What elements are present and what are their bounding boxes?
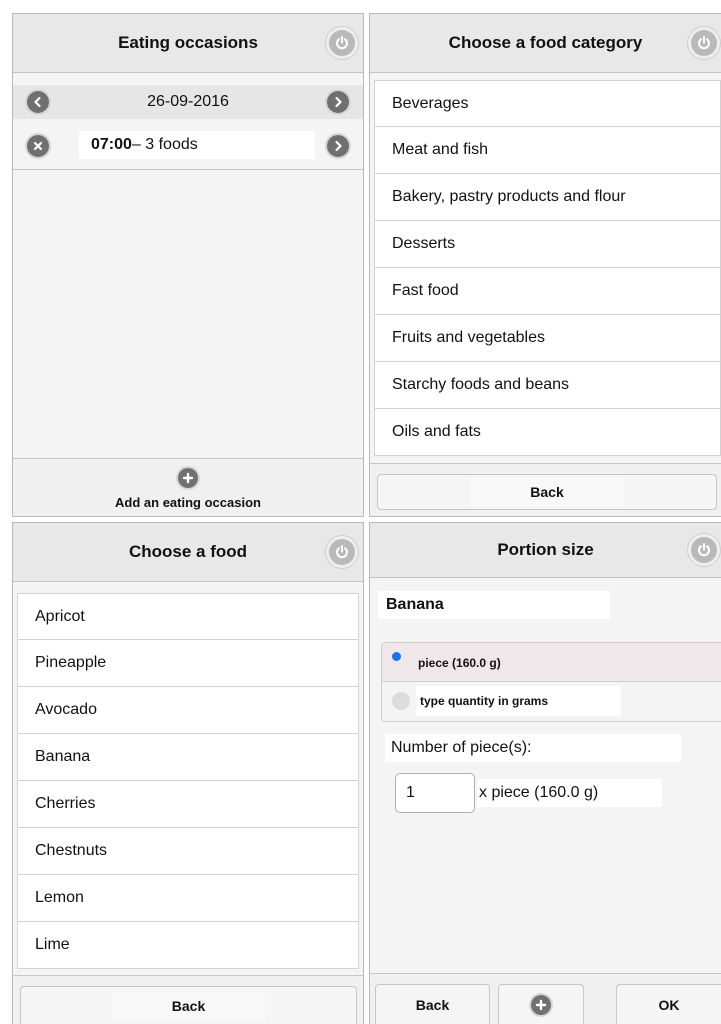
back-button-label: Back [415,996,450,1013]
chevron-right-icon[interactable] [327,135,349,157]
piece-count-label: Number of piece(s): [385,734,681,762]
list-item[interactable]: Starchy foods and beans [374,362,721,409]
list-item[interactable]: Lime [17,922,359,969]
list-item[interactable]: Apricot [17,593,359,640]
portion-option-piece[interactable]: piece (160.0 g) [382,643,721,682]
list-item[interactable]: Bakery, pastry products and flour [374,174,721,221]
portion-footer: Back OK [370,973,721,1024]
list-item[interactable]: Chestnuts [17,828,359,875]
food-footer: Back [13,975,363,1024]
category-list: Beverages Meat and fish Bakery, pastry p… [374,80,721,456]
list-item[interactable]: Beverages [374,80,721,127]
add-eating-occasion-label: Add an eating occasion [115,495,261,510]
food-list: Apricot Pineapple Avocado Banana Cherrie… [17,593,359,969]
list-item[interactable]: Lemon [17,875,359,922]
list-item[interactable]: Cherries [17,781,359,828]
choose-food-panel: Choose a food Apricot Pineapple Avocado … [12,522,364,1024]
chevron-right-icon[interactable] [327,91,349,113]
page-title: Choose a food [128,542,248,561]
back-button[interactable]: Back [375,984,490,1024]
category-footer: Back [370,463,721,516]
power-icon[interactable] [329,30,355,56]
ok-button-label: OK [658,996,680,1013]
eating-occasions-panel: Eating occasions 26-09-2016 07:00 – 3 fo… [12,13,364,517]
ok-button[interactable]: OK [616,984,721,1024]
occasion-food-count: – 3 foods [131,136,198,153]
date-row: 26-09-2016 [13,85,363,119]
portion-size-header: Portion size [370,523,721,578]
piece-unit-label: x piece (160.0 g) [477,779,662,807]
back-button[interactable]: Back [20,986,357,1024]
page-title: Choose a food category [448,33,643,52]
close-icon[interactable] [27,135,49,157]
list-item[interactable]: Banana [17,734,359,781]
plus-icon [531,994,551,1015]
food-category-panel: Choose a food category Beverages Meat an… [369,13,721,517]
radio-unselected-icon[interactable] [392,692,410,710]
portion-option-group: piece (160.0 g) type quantity in grams [381,642,721,722]
page-title: Portion size [497,540,594,559]
choose-food-header: Choose a food [13,523,363,582]
piece-count-input[interactable]: 1 [395,773,475,813]
add-eating-occasion-button[interactable]: Add an eating occasion [13,458,363,516]
date-label: 26-09-2016 [147,93,229,110]
power-icon[interactable] [329,539,355,565]
occasion-row[interactable]: 07:00 – 3 foods [13,129,363,170]
plus-icon [178,468,198,488]
portion-option-grams[interactable]: type quantity in grams [382,682,721,721]
occasion-label: 07:00 – 3 foods [79,131,315,159]
list-item[interactable]: Avocado [17,687,359,734]
list-item[interactable]: Oils and fats [374,409,721,456]
page-title: Eating occasions [118,33,258,52]
radio-selected-icon[interactable] [392,652,401,661]
list-item[interactable]: Fast food [374,268,721,315]
eating-occasions-header: Eating occasions [13,14,363,73]
back-button-label: Back [470,478,624,506]
portion-option-label: piece (160.0 g) [418,656,501,670]
portion-option-label: type quantity in grams [416,686,621,716]
list-item[interactable]: Meat and fish [374,127,721,174]
occasion-time: 07:00 [91,136,132,153]
back-button[interactable]: Back [377,474,717,510]
food-category-header: Choose a food category [370,14,721,73]
power-icon[interactable] [691,30,717,56]
add-portion-button[interactable] [498,984,584,1024]
portion-size-panel: Portion size Banana piece (160.0 g) type… [369,522,721,1024]
power-icon[interactable] [691,537,717,563]
list-item[interactable]: Desserts [374,221,721,268]
list-item[interactable]: Pineapple [17,640,359,687]
list-item[interactable]: Fruits and vegetables [374,315,721,362]
back-button-label: Back [111,991,266,1020]
food-name: Banana [378,591,610,619]
